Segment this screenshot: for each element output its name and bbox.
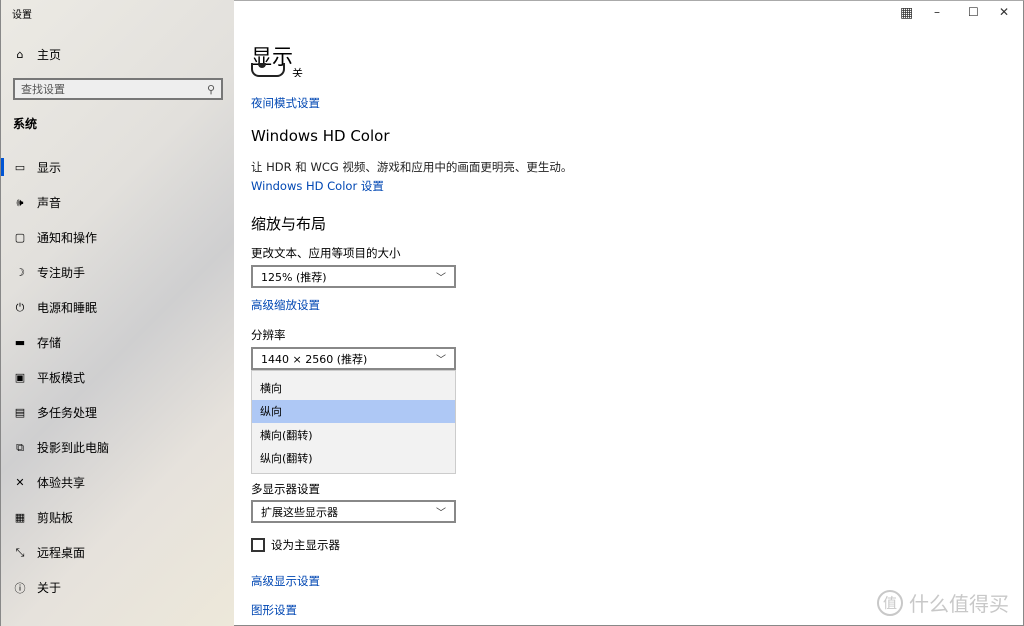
hd-color-settings-link[interactable]: Windows HD Color 设置 (251, 178, 384, 194)
sidebar-item-label: 声音 (37, 196, 62, 210)
search-input[interactable]: 查找设置 ⚲ (13, 78, 223, 100)
share-icon: ✕ (15, 476, 25, 489)
orientation-option[interactable]: 纵向(翻转) (252, 447, 455, 471)
speaker-icon: 🕪 (16, 195, 24, 209)
sidebar-item[interactable]: 🕪 声音 (1, 185, 235, 220)
sidebar-nav: ▭ 显示 🕪 声音 ▢ 通知和操作 ☽ 专注助手 ⏻ 电源和睡眠 ▬ 存储 ▣ 平板模式 ▤ 多任务处理 ⧉ 投影… (1, 150, 235, 605)
sidebar-item[interactable]: ▬ 存储 (1, 325, 235, 360)
orientation-dropdown-list: 横向 纵向 横向(翻转) 纵向(翻转) (251, 370, 456, 474)
sidebar-item[interactable]: ▭ 显示 (1, 150, 235, 185)
chevron-down-icon: ﹀ (436, 508, 446, 519)
watermark-logo: 值什么值得买 (877, 588, 1009, 617)
sidebar-item[interactable]: ⏻ 电源和睡眠 (1, 290, 235, 325)
tablet-mode-icon[interactable]: ▦ (900, 5, 913, 21)
checkbox[interactable] (251, 538, 265, 552)
multitask-icon: ▤ (14, 406, 26, 419)
hd-color-heading: Windows HD Color (251, 127, 390, 145)
resolution-value: 1440 × 2560 (推荐) (261, 352, 368, 366)
orientation-option[interactable]: 横向 (252, 376, 455, 400)
multi-display-dropdown[interactable]: 扩展这些显示器 ﹀ (251, 500, 456, 523)
multi-display-value: 扩展这些显示器 (261, 505, 338, 519)
sidebar-item[interactable]: ▢ 通知和操作 (1, 220, 235, 255)
graphics-settings-link[interactable]: 图形设置 (251, 602, 297, 618)
resolution-dropdown[interactable]: 1440 × 2560 (推荐) ﹀ (251, 347, 456, 370)
scale-layout-heading: 缩放与布局 (251, 215, 327, 233)
sidebar-item-label: 显示 (37, 161, 62, 175)
toggle-state: 关 (292, 67, 303, 77)
home-icon: ⌂ (16, 48, 24, 61)
remote-icon: ⤡ (15, 545, 25, 559)
sidebar-item-label: 电源和睡眠 (37, 301, 98, 315)
maximize-button[interactable]: ☐ (968, 5, 979, 19)
sidebar-item[interactable]: ✕ 体验共享 (1, 465, 235, 500)
moon-icon: ☽ (15, 266, 25, 279)
scale-dropdown[interactable]: 125% (推荐) ﹀ (251, 265, 456, 288)
home-label: 主页 (37, 48, 62, 62)
primary-display-checkbox[interactable]: 设为主显示器 (251, 537, 340, 553)
sidebar-item-label: 体验共享 (37, 476, 86, 490)
section-label: 系统 (13, 117, 38, 131)
sidebar-item-label: 远程桌面 (37, 546, 86, 560)
sidebar-item[interactable]: ▤ 多任务处理 (1, 395, 235, 430)
sidebar-item-label: 多任务处理 (37, 406, 98, 420)
project-icon: ⧉ (16, 440, 24, 454)
clipboard-icon: ▦ (14, 511, 26, 524)
monitor-icon: ▭ (14, 161, 26, 174)
sidebar-item[interactable]: ⓘ 关于 (1, 570, 235, 605)
sidebar-item[interactable]: ▦ 剪贴板 (1, 500, 235, 535)
search-placeholder: 查找设置 (21, 83, 65, 96)
sidebar-item-label: 通知和操作 (37, 231, 98, 245)
app-title: 设置 (12, 10, 32, 21)
minimize-button[interactable]: – (934, 5, 940, 19)
notification-icon: ▢ (14, 231, 26, 244)
tablet-icon: ▣ (14, 371, 26, 384)
info-icon: ⓘ (14, 581, 26, 595)
checkbox-label: 设为主显示器 (271, 538, 340, 552)
sidebar-item-label: 存储 (37, 336, 62, 350)
sidebar-item[interactable]: ⤡ 远程桌面 (1, 535, 235, 570)
sidebar-item-label: 投影到此电脑 (37, 441, 110, 455)
resolution-label: 分辨率 (251, 328, 286, 342)
search-icon: ⚲ (206, 82, 215, 96)
sidebar-item-label: 剪贴板 (37, 511, 74, 525)
sidebar: 设置 ⌂ 主页 查找设置 ⚲ 系统 ▭ 显示 🕪 声音 ▢ 通知和操作 ☽ 专注助手 ⏻ 电源和睡眠 ▬… (0, 0, 234, 626)
sidebar-item[interactable]: ☽ 专注助手 (1, 255, 235, 290)
sidebar-item-label: 关于 (37, 581, 62, 595)
sidebar-home[interactable]: ⌂ 主页 (13, 46, 62, 63)
main-panel: ▦ – ☐ ✕ 显示 关 夜间模式设置 Windows HD Color 让 H… (234, 0, 1024, 626)
advanced-scaling-link[interactable]: 高级缩放设置 (251, 297, 320, 313)
scale-value: 125% (推荐) (261, 270, 327, 284)
power-icon: ⏻ (15, 300, 25, 314)
sidebar-item-label: 专注助手 (37, 266, 86, 280)
night-light-settings-link[interactable]: 夜间模式设置 (251, 95, 320, 111)
scale-label: 更改文本、应用等项目的大小 (251, 246, 401, 260)
sidebar-item-label: 平板模式 (37, 371, 86, 385)
orientation-option[interactable]: 横向(翻转) (252, 423, 455, 447)
chevron-down-icon: ﹀ (436, 355, 446, 366)
sidebar-item[interactable]: ▣ 平板模式 (1, 360, 235, 395)
chevron-down-icon: ﹀ (436, 273, 446, 284)
multi-display-label: 多显示器设置 (251, 482, 320, 496)
advanced-display-link[interactable]: 高级显示设置 (251, 573, 320, 589)
close-button[interactable]: ✕ (999, 5, 1009, 19)
night-light-toggle[interactable] (251, 63, 285, 77)
hd-color-description: 让 HDR 和 WCG 视频、游戏和应用中的画面更明亮、更生动。 (251, 160, 573, 174)
sidebar-item[interactable]: ⧉ 投影到此电脑 (1, 430, 235, 465)
storage-icon: ▬ (14, 336, 26, 349)
orientation-option[interactable]: 纵向 (252, 399, 455, 423)
